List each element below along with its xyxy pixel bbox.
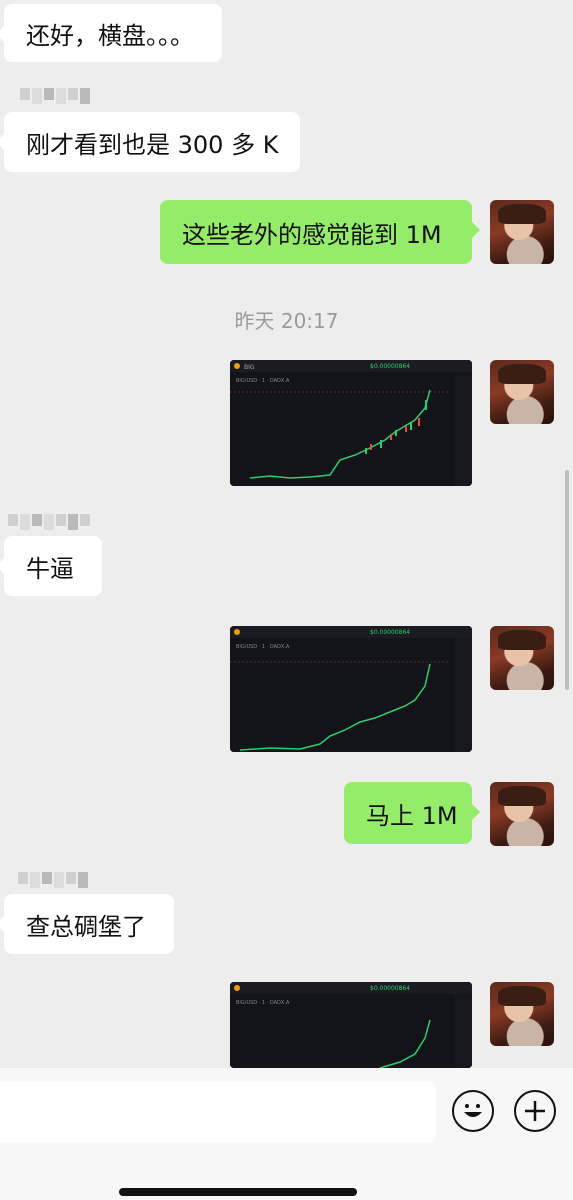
home-indicator — [119, 1188, 357, 1196]
chart-pair-label: BIG/USD · 1 · DADX.A — [236, 378, 290, 384]
message-bubble-incoming[interactable]: 查总碉堡了 — [0, 894, 174, 954]
avatar[interactable] — [490, 782, 554, 846]
chart-thumbnail-image: $0.00000864 BIG/USD · 1 · DADX.A — [230, 982, 472, 1068]
chart-pair-label: BIG/USD · 1 · DADX.A — [236, 1000, 290, 1006]
image-message[interactable]: BIG $0.00000864 BIG/USD · 1 · DADX.A — [230, 360, 472, 486]
svg-text:BIG: BIG — [244, 364, 255, 371]
sender-name-blurred — [20, 88, 90, 108]
chart-price-label: $0.00000864 — [370, 629, 410, 636]
sender-name-blurred — [18, 872, 88, 892]
chart-price-label: $0.00000864 — [370, 985, 410, 992]
message-bubble-incoming[interactable]: 牛逼 — [0, 536, 102, 596]
message-bubble-incoming[interactable]: 刚才看到也是 300 多 K — [0, 112, 300, 172]
chart-thumbnail-image: $0.00000864 BIG/USD · 1 · DADX.A — [230, 626, 472, 752]
avatar[interactable] — [490, 626, 554, 690]
message-input[interactable] — [0, 1082, 436, 1142]
plus-icon[interactable] — [514, 1090, 556, 1132]
sender-name-blurred — [8, 514, 90, 534]
emoji-icon[interactable] — [452, 1090, 494, 1132]
avatar[interactable] — [490, 200, 554, 264]
message-bubble-incoming[interactable]: 还好，横盘。。。 — [0, 4, 222, 62]
message-bubble-outgoing[interactable]: 马上 1M — [344, 782, 480, 844]
chart-pair-label: BIG/USD · 1 · DADX.A — [236, 644, 290, 650]
image-message[interactable]: $0.00000864 BIG/USD · 1 · DADX.A — [230, 982, 472, 1068]
scrollbar[interactable] — [565, 470, 569, 690]
avatar[interactable] — [490, 360, 554, 424]
timestamp: 昨天 20:17 — [234, 309, 339, 333]
avatar[interactable] — [490, 982, 554, 1046]
chart-price-label: $0.00000864 — [370, 363, 410, 370]
chart-thumbnail-image: BIG $0.00000864 BIG/USD · 1 · DADX.A — [230, 360, 472, 486]
message-bubble-outgoing[interactable]: 这些老外的感觉能到 1M — [160, 200, 480, 264]
image-message[interactable]: $0.00000864 BIG/USD · 1 · DADX.A — [230, 626, 472, 752]
